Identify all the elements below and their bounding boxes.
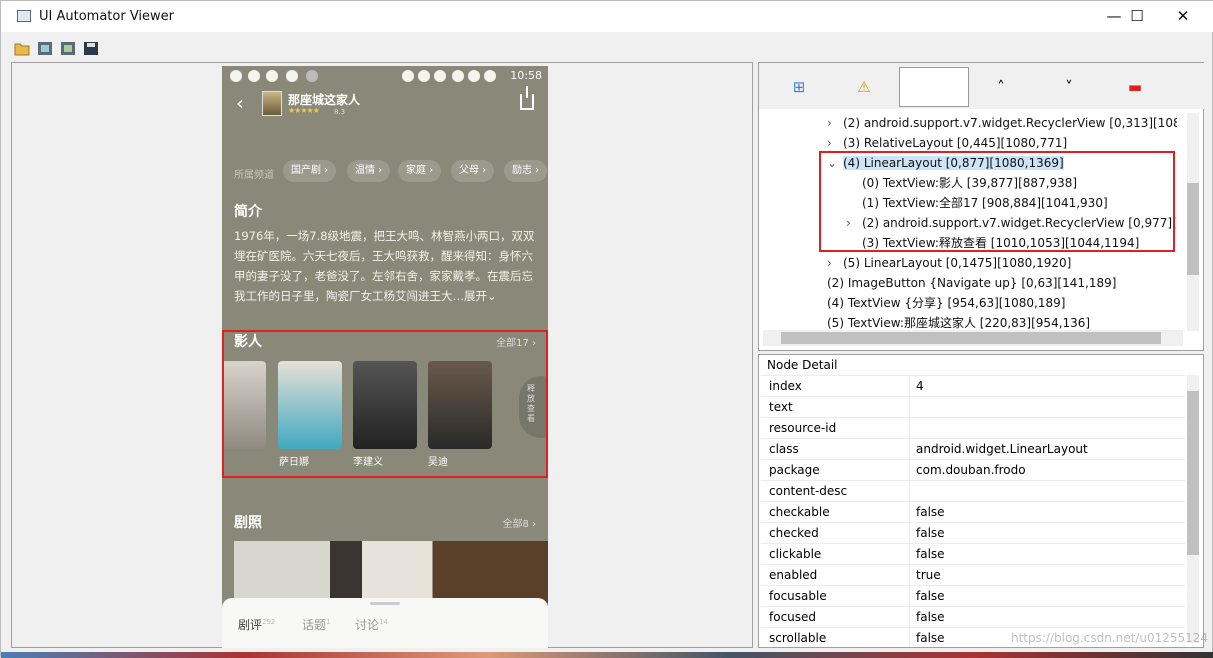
app-bar: ‹ 那座城这家人 ★★★★★ 8.3	[222, 86, 548, 118]
tag-chip[interactable]: 励志 ›	[504, 160, 548, 182]
scroll-thumb[interactable]	[1187, 391, 1199, 555]
desktop-taskbar-strip	[1, 652, 1213, 658]
scroll-thumb[interactable]	[781, 332, 1161, 344]
status-circle-icon	[306, 70, 318, 82]
table-row[interactable]: resource-id	[761, 417, 1185, 439]
close-button[interactable]: ✕	[1160, 1, 1206, 32]
main-toolbar	[1, 37, 1213, 59]
device-screenshot-compressed-icon[interactable]	[60, 41, 76, 56]
wechat-icon	[286, 70, 298, 82]
tree-node[interactable]: › (2) android.support.v7.widget.RecyclerV…	[827, 113, 1177, 133]
stills-more-link[interactable]: 全部8 ›	[502, 515, 536, 530]
drag-handle[interactable]	[370, 602, 400, 605]
watermark: https://blog.csdn.net/u01255124	[1011, 631, 1209, 645]
share-icon[interactable]	[520, 86, 534, 110]
signal-icon	[468, 70, 480, 82]
up-icon[interactable]: ˄	[989, 75, 1013, 99]
table-row[interactable]: content-desc	[761, 480, 1185, 502]
wechat-icon	[266, 70, 278, 82]
intro-text[interactable]: 1976年，一场7.8级地震，把王大鸣、林智燕小两口，双双埋在矿医院。六天七夜后…	[234, 226, 539, 306]
tree-node[interactable]: (5) TextView:那座城这家人 [220,83][954,136]	[811, 313, 1090, 331]
app-window: UI Automator Viewer — ☐ ✕ 10:58 ‹ 那座城这家人…	[0, 0, 1213, 658]
blank-box[interactable]	[899, 67, 969, 107]
tag-chip[interactable]: 温情 ›	[347, 160, 391, 182]
window-title: UI Automator Viewer	[39, 9, 175, 24]
status-bar: 10:58	[222, 66, 548, 86]
table-row[interactable]: index 4	[761, 375, 1185, 397]
bottom-sheet[interactable]: 剧评292 话题1 讨论14	[222, 598, 548, 648]
scroll-thumb[interactable]	[1187, 183, 1199, 275]
back-arrow-icon[interactable]: ‹	[236, 91, 244, 115]
tree-node[interactable]: › (3) RelativeLayout [0,445][1080,771]	[827, 133, 1067, 153]
poster-thumbnail	[262, 91, 282, 116]
notification-icon	[230, 70, 242, 82]
expand-all-icon[interactable]: ⊞	[787, 75, 811, 99]
tree-node[interactable]: (4) TextView {分享} [954,63][1080,189]	[811, 293, 1065, 313]
device-screenshot-icon[interactable]	[37, 41, 53, 56]
rating-stars: ★★★★★	[288, 106, 320, 115]
table-row[interactable]: focusable false	[761, 585, 1185, 607]
save-icon[interactable]	[83, 41, 99, 56]
tab-topics[interactable]: 话题1	[302, 616, 330, 633]
rating-value: 8.3	[334, 108, 346, 116]
tag-chip[interactable]: 家庭 ›	[398, 160, 442, 182]
highlight-box-tree	[819, 151, 1175, 252]
channel-label: 所属频道	[234, 170, 274, 181]
warning-icon[interactable]: ⚠	[852, 75, 876, 99]
table-row[interactable]: package com.douban.frodo	[761, 459, 1185, 481]
tab-discussions[interactable]: 讨论14	[355, 616, 388, 633]
node-detail-title: Node Detail	[767, 358, 838, 372]
node-detail-pane: Node Detail index 4 text resource-id clas…	[758, 354, 1204, 648]
status-time: 10:58	[510, 69, 542, 82]
table-row[interactable]: clickable false	[761, 543, 1185, 565]
table-row[interactable]: enabled true	[761, 564, 1185, 586]
app-icon	[17, 10, 31, 22]
tag-chip[interactable]: 国产剧 ›	[283, 160, 337, 182]
table-row[interactable]: text	[761, 396, 1185, 418]
table-row[interactable]: checked false	[761, 522, 1185, 544]
table-row[interactable]: focused false	[761, 606, 1185, 628]
down-icon[interactable]: ˅	[1057, 75, 1081, 99]
battery-icon	[484, 70, 496, 82]
table-row[interactable]: checkable false	[761, 501, 1185, 523]
title-bar: UI Automator Viewer — ☐ ✕	[1, 1, 1213, 32]
highlight-box-cast	[222, 330, 548, 478]
tree-node[interactable]: › (5) LinearLayout [0,1475][1080,1920]	[827, 253, 1071, 273]
dnd-icon	[418, 70, 430, 82]
wifi-icon	[452, 70, 464, 82]
maximize-button[interactable]: ☐	[1114, 1, 1160, 32]
intro-title: 简介	[234, 204, 262, 220]
alarm-icon	[434, 70, 446, 82]
open-folder-icon[interactable]	[14, 41, 30, 56]
hierarchy-toolbar: ⊞ ⚠ ˄ ˅ ▬	[759, 63, 1205, 109]
tab-reviews[interactable]: 剧评292	[238, 616, 275, 633]
tree-node[interactable]: (2) ImageButton {Navigate up} [0,63][141…	[811, 273, 1116, 293]
table-row[interactable]: class android.widget.LinearLayout	[761, 438, 1185, 460]
tree-vertical-scrollbar[interactable]	[1187, 113, 1199, 331]
bluetooth-icon	[402, 70, 414, 82]
stills-title: 剧照	[234, 515, 262, 531]
clear-icon[interactable]: ▬	[1123, 75, 1147, 99]
tag-chip[interactable]: 父母 ›	[451, 160, 495, 182]
detail-vertical-scrollbar[interactable]	[1187, 375, 1199, 643]
tree-horizontal-scrollbar[interactable]	[763, 330, 1183, 346]
stills-gallery[interactable]	[234, 541, 548, 603]
wechat-icon	[248, 70, 260, 82]
